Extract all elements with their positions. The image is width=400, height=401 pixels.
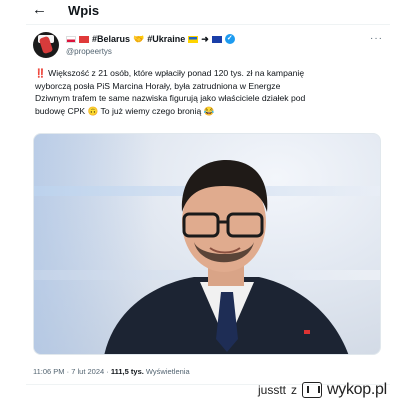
author-handle[interactable]: @propeertys — [66, 47, 112, 56]
wykop-logo-icon — [302, 382, 323, 398]
author-name-tag-1: #Belarus — [92, 34, 131, 44]
flag-icon — [188, 35, 199, 43]
tweet-date[interactable]: 7 lut 2024 — [71, 367, 104, 376]
handshake-icon: 🤝 — [133, 33, 145, 44]
tweet-line: Dziwnym trafem te same nazwiska figurują… — [35, 93, 306, 103]
divider — [26, 24, 390, 25]
author-name[interactable]: #Belarus 🤝 #Ukraine ➜ ✓ — [66, 32, 235, 46]
tweet-line: Większość z 21 osób, które wpłaciły pona… — [48, 68, 305, 78]
tweet-time[interactable]: 11:06 PM — [33, 367, 65, 376]
more-options-icon[interactable]: ··· — [370, 33, 383, 44]
arrow-right-icon: ➜ — [201, 33, 209, 44]
watermark: jusstt z wykop.pl — [258, 380, 387, 400]
watermark-user: jusstt — [258, 383, 287, 397]
watermark-site: wykop.pl — [327, 381, 387, 398]
tweet-line: budowę CPK 🙃 To już wiemy czego bronią 😂 — [35, 105, 215, 116]
tweet-line: wyborczą posła PiS Marcina Horały, była … — [35, 80, 281, 91]
double-exclamation-icon: ‼️ — [35, 68, 46, 78]
flag-icon — [66, 35, 76, 43]
views-label: Wyświetlenia — [145, 367, 190, 376]
arrow-left-icon[interactable]: ← — [32, 2, 48, 18]
person-illustration — [104, 160, 349, 354]
flag-icon — [211, 35, 222, 43]
views-count: 111,5 tys. — [110, 367, 144, 376]
watermark-z: z — [291, 383, 298, 397]
author-name-tag-2: #Ukraine — [147, 34, 186, 44]
flag-icon — [79, 35, 89, 43]
verified-badge-icon: ✓ — [224, 34, 235, 44]
tweet-photo[interactable] — [33, 133, 381, 355]
page-title: Wpis — [68, 3, 100, 18]
avatar[interactable] — [33, 32, 59, 58]
top-bar: ← Wpis — [0, 0, 400, 26]
tweet-meta: 11:06 PM · 7 lut 2024 · 111,5 tys. Wyświ… — [33, 367, 190, 376]
tweet-text: ‼️ Większość z 21 osób, które wpłaciły p… — [35, 67, 385, 117]
